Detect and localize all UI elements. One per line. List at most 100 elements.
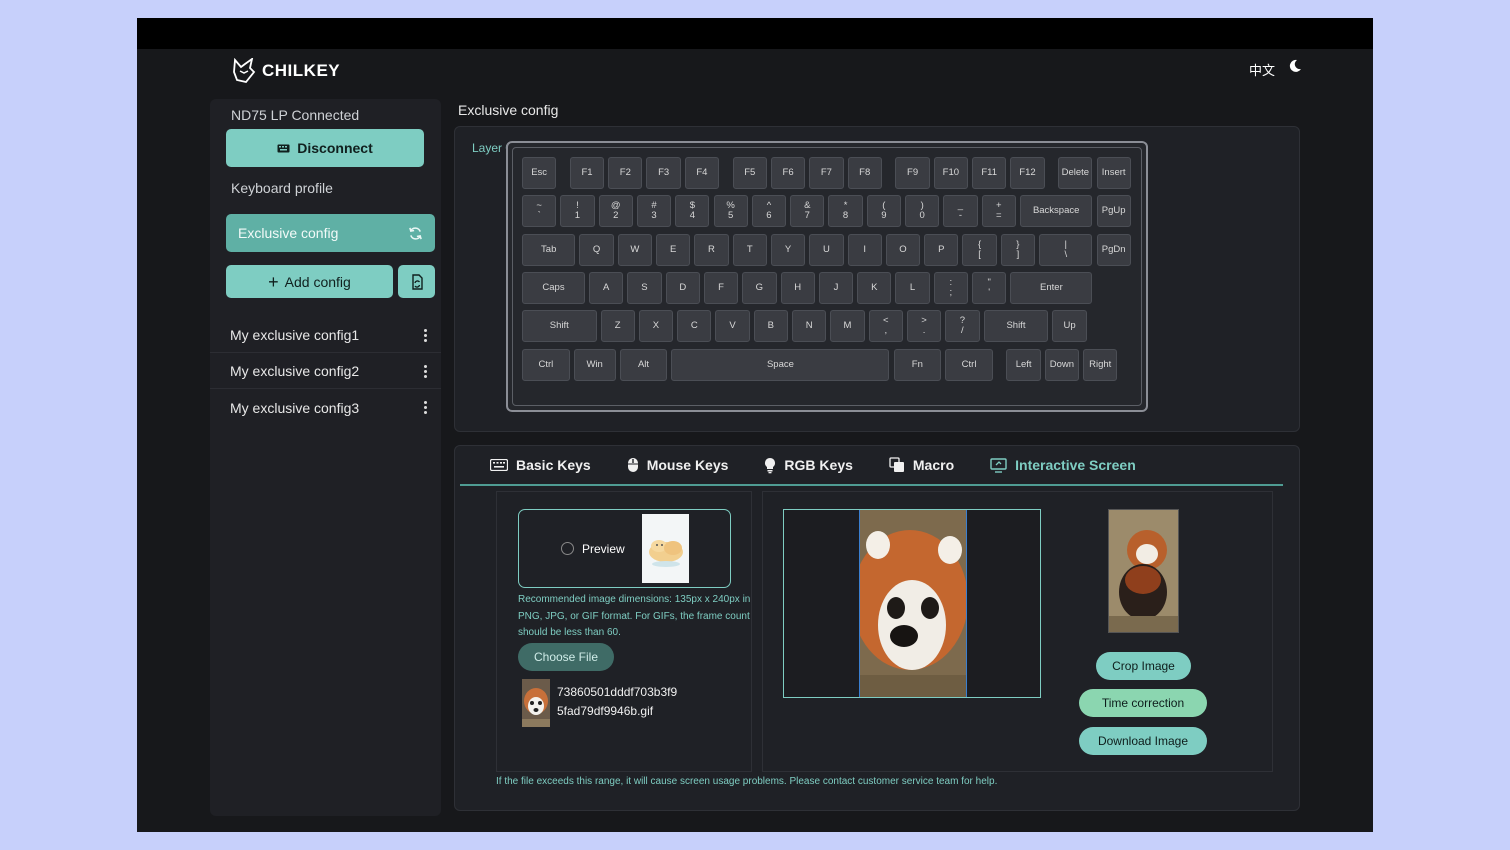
key-{-[[interactable]: {[ (962, 233, 997, 266)
key-v[interactable]: V (715, 310, 750, 343)
key-f9[interactable]: F9 (895, 157, 930, 189)
key-pgdn[interactable]: PgDn (1096, 233, 1131, 266)
key-ctrl[interactable]: Ctrl (522, 348, 570, 381)
key-e[interactable]: E (656, 233, 691, 266)
key-right[interactable]: Right (1083, 348, 1118, 381)
tab-rgb-keys[interactable]: RGB Keys (764, 457, 853, 474)
key-!-1[interactable]: ! 1 (560, 195, 595, 228)
key-c[interactable]: C (677, 310, 712, 343)
key-u[interactable]: U (809, 233, 844, 266)
key-(-9[interactable]: (9 (866, 195, 901, 228)
key-p[interactable]: P (924, 233, 959, 266)
key-~-`[interactable]: ~ ` (522, 195, 557, 228)
import-config-button[interactable] (398, 265, 435, 298)
key-^-6[interactable]: ^ 6 (751, 195, 787, 228)
crop-selection[interactable] (852, 510, 968, 697)
key-y[interactable]: Y (770, 233, 806, 266)
key-z[interactable]: Z (600, 310, 635, 343)
language-switch[interactable]: 中文 (1249, 60, 1275, 79)
key-enter[interactable]: Enter (1010, 271, 1093, 304)
key-q[interactable]: Q (579, 233, 614, 266)
add-config-button[interactable]: + Add config (226, 265, 393, 298)
crop-image-button[interactable]: Crop Image (1096, 652, 1191, 680)
key-f4[interactable]: F4 (684, 157, 720, 189)
key-@-2[interactable]: @2 (598, 195, 633, 228)
key-caps[interactable]: Caps (522, 271, 586, 304)
key-?-/[interactable]: ? / (945, 310, 980, 343)
key-*-8[interactable]: * 8 (828, 195, 863, 228)
key-}-][interactable]: }] (1000, 233, 1036, 266)
key-pgup[interactable]: PgUp (1096, 195, 1131, 228)
config-item-2[interactable]: My exclusive config2 (210, 354, 441, 389)
key-x[interactable]: X (638, 310, 674, 343)
key-f5[interactable]: F5 (732, 157, 767, 189)
key-l[interactable]: L (895, 271, 930, 304)
key-left[interactable]: Left (1006, 348, 1041, 381)
key-w[interactable]: W (617, 233, 653, 266)
key-i[interactable]: I (847, 233, 882, 266)
key-down[interactable]: Down (1044, 348, 1080, 381)
key-ctrl[interactable]: Ctrl (945, 348, 993, 381)
key-f3[interactable]: F3 (646, 157, 681, 189)
config-item-1[interactable]: My exclusive config1 (210, 318, 441, 353)
key-o[interactable]: O (885, 233, 921, 266)
key-b[interactable]: B (753, 310, 788, 343)
key-alt[interactable]: Alt (619, 348, 668, 381)
key-esc[interactable]: Esc (522, 157, 557, 189)
key-f1[interactable]: F1 (569, 157, 605, 189)
more-icon[interactable] (419, 328, 431, 342)
key-f[interactable]: F (703, 271, 739, 304)
download-image-button[interactable]: Download Image (1079, 727, 1207, 755)
tab-basic-keys[interactable]: Basic Keys (490, 457, 591, 473)
key-tab[interactable]: Tab (522, 233, 576, 266)
more-icon[interactable] (419, 401, 431, 414)
key-delete[interactable]: Delete (1058, 157, 1093, 189)
key-t[interactable]: T (732, 233, 767, 266)
key-|-\[interactable]: | \ (1039, 233, 1093, 266)
disconnect-button[interactable]: Disconnect (226, 129, 424, 167)
key-f6[interactable]: F6 (770, 157, 806, 189)
key-f2[interactable]: F2 (608, 157, 643, 189)
key-shift[interactable]: Shift (522, 310, 597, 343)
key-f10[interactable]: F10 (933, 157, 969, 189)
key-g[interactable]: G (742, 271, 777, 304)
key-m[interactable]: M (830, 310, 865, 343)
key-h[interactable]: H (780, 271, 815, 304)
key-+-=[interactable]: + = (981, 195, 1016, 228)
preview-radio[interactable] (561, 542, 574, 555)
crop-area[interactable] (783, 509, 1041, 698)
key-insert[interactable]: Insert (1096, 157, 1131, 189)
tab-macro[interactable]: Macro (889, 457, 954, 473)
key-up[interactable]: Up (1052, 310, 1087, 343)
key-shift[interactable]: Shift (983, 310, 1049, 343)
key-)-0[interactable]: ) 0 (905, 195, 940, 228)
key-r[interactable]: R (694, 233, 729, 266)
key-backspace[interactable]: Backspace (1019, 195, 1093, 228)
key-<-,[interactable]: <, (868, 310, 903, 343)
key-j[interactable]: J (818, 271, 854, 304)
key-&-7[interactable]: & 7 (790, 195, 825, 228)
key-$-4[interactable]: $4 (675, 195, 710, 228)
exclusive-config-item[interactable]: Exclusive config (226, 214, 435, 252)
key-:-;[interactable]: :; (933, 271, 969, 304)
key-%-5[interactable]: % 5 (713, 195, 748, 228)
tab-interactive-screen[interactable]: Interactive Screen (990, 457, 1136, 473)
time-correction-button[interactable]: Time correction (1079, 689, 1207, 717)
key-n[interactable]: N (792, 310, 827, 343)
config-item-3[interactable]: My exclusive config3 (210, 390, 441, 425)
key-"-'[interactable]: " ' (972, 271, 1007, 304)
key-k[interactable]: K (857, 271, 892, 304)
refresh-icon[interactable] (408, 226, 423, 241)
key-a[interactable]: A (589, 271, 624, 304)
more-icon[interactable] (419, 364, 431, 378)
key-#-3[interactable]: #3 (636, 195, 672, 228)
key-fn[interactable]: Fn (893, 348, 942, 381)
key-_--[interactable]: _ - (943, 195, 978, 228)
key-s[interactable]: S (627, 271, 662, 304)
key-win[interactable]: Win (573, 348, 616, 381)
moon-icon[interactable] (1288, 59, 1302, 78)
key->-.[interactable]: >. (906, 310, 942, 343)
tab-mouse-keys[interactable]: Mouse Keys (627, 457, 728, 473)
choose-file-button[interactable]: Choose File (518, 643, 614, 671)
key-f11[interactable]: F11 (972, 157, 1007, 189)
